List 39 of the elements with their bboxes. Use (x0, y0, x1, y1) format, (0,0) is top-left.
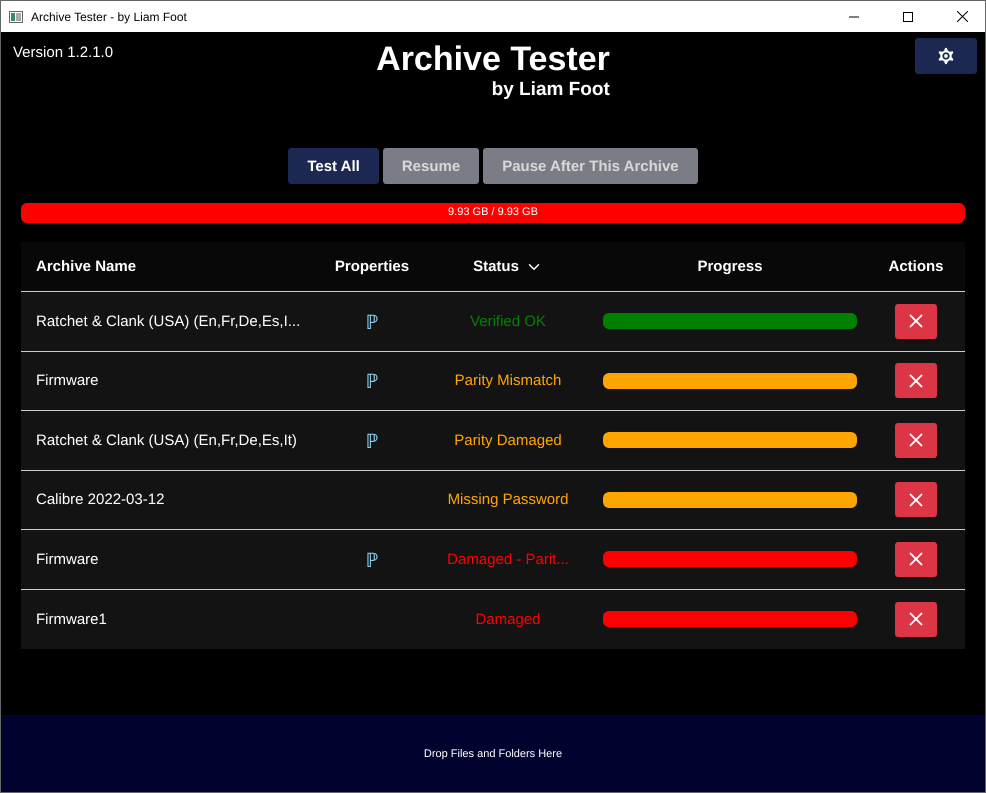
app-subtitle: by Liam Foot (492, 79, 610, 101)
version-label: Version 1.2.1.0 (13, 43, 114, 61)
column-header[interactable]: Archive Name (21, 258, 136, 275)
close-icon (956, 11, 968, 22)
remove-button[interactable] (895, 363, 937, 398)
column-header[interactable]: Progress (697, 258, 763, 275)
column-header[interactable]: Actions (888, 258, 944, 275)
status-text: Parity Damaged (454, 432, 562, 449)
parity-symbol: ℙ (366, 548, 378, 573)
action-button[interactable]: Test All (288, 148, 379, 184)
archive-name: Ratchet & Clank (USA) (En,Fr,De,Es,It) (35, 432, 298, 449)
archive-name: Firmware1 (35, 610, 108, 628)
drop-zone[interactable]: Drop Files and Folders Here (1, 715, 985, 792)
app-icon (9, 10, 23, 22)
remove-button[interactable] (895, 304, 937, 339)
app-title: Archive Tester (376, 39, 610, 79)
remove-button[interactable] (895, 602, 937, 637)
remove-button[interactable] (895, 542, 937, 577)
remove-button[interactable] (895, 422, 937, 458)
status-text: Damaged - Parit... (447, 550, 569, 568)
remove-button[interactable] (895, 482, 937, 518)
column-header[interactable]: Properties (334, 258, 410, 275)
parity-symbol: ℙ (366, 310, 378, 335)
window-title: Archive Tester - by Liam Foot (31, 10, 188, 24)
status-text: Parity Mismatch (454, 372, 562, 390)
status-text: Missing Password (448, 491, 568, 508)
status-text: Damaged (475, 610, 541, 628)
archive-name: Firmware (35, 550, 100, 568)
drop-zone-label: Drop Files and Folders Here (424, 748, 562, 760)
archive-name: Calibre 2022-03-12 (35, 491, 166, 508)
parity-symbol: ℙ (366, 430, 378, 454)
status-text: Verified OK (470, 312, 546, 330)
column-header[interactable]: Status (473, 258, 519, 275)
parity-symbol: ℙ (366, 370, 378, 394)
settings-button[interactable] (915, 38, 977, 74)
archive-name: Firmware (35, 372, 100, 390)
maximize-icon (903, 12, 913, 22)
progress-reading: 9.93 GB / 9.93 GB (447, 206, 539, 218)
archive-name: Ratchet & Clank (USA) (En,Fr,De,Es,I... (35, 312, 302, 330)
